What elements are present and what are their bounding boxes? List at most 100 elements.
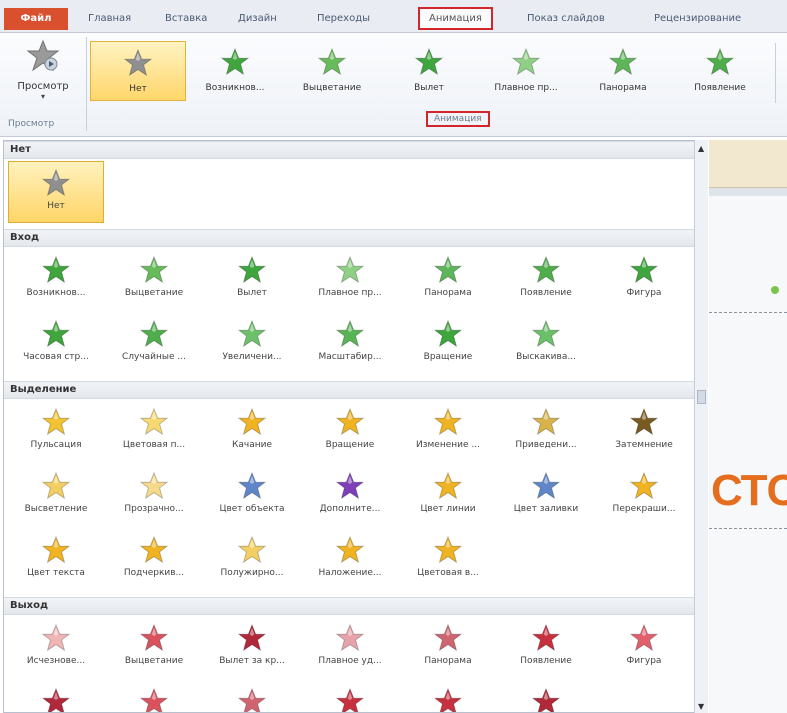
star-grow-icon [237,319,267,348]
gallery-item-star-none[interactable]: Нет [8,161,104,223]
gallery-item-star-float[interactable]: Плавное пр... [302,249,398,311]
placeholder-border [709,312,787,313]
tab-insert[interactable]: Вставка [165,9,207,29]
gallery-item-star-bold-flash[interactable]: Полужирно... [204,529,300,591]
gallery-item-star-random-out[interactable]: Случайные ... [106,681,202,712]
star-fly-icon [414,47,444,76]
gallery-item-star-shape[interactable]: Фигура [596,249,692,311]
star-spin-icon [335,407,365,436]
star-disappear-icon [41,623,71,652]
tab-file[interactable]: Файл [4,8,68,30]
gallery-item-label: Наложение... [318,568,382,578]
gallery-item-star-pulse[interactable]: Пульсация [8,401,104,463]
gallery-item-star-font-color[interactable]: Цвет текста [8,529,104,591]
gallery-item-star-lighten[interactable]: Высветление [8,465,104,527]
gallery-item-star-wipe-out[interactable]: Появление [498,617,594,679]
gallery-item-star-object-color[interactable]: Цвет объекта [204,465,300,527]
gallery-item-star-complementary[interactable]: Дополните... [302,465,398,527]
gallery-item-star-brush-color[interactable]: Перекраши... [596,465,692,527]
preview-button[interactable]: Просмотр ▾ [4,39,82,113]
gallery-item-star-fly[interactable]: Вылет [204,249,300,311]
star-swivel-icon [433,319,463,348]
scroll-thumb[interactable] [697,390,706,404]
preview-dropdown-icon[interactable]: ▾ [4,92,82,101]
gallery-item-label: Пульсация [30,440,82,450]
gallery-scrollbar[interactable]: ▲ ▼ [694,140,708,713]
gallery-item-label: Плавное уд... [318,656,382,666]
star-none-icon [41,168,71,197]
ribbon-animation-label: Возникнов... [205,83,265,93]
gallery-item-star-split-out[interactable]: Панорама [400,617,496,679]
tab-design[interactable]: Дизайн [238,9,277,29]
gallery-item-star-bold-reveal[interactable]: Наложение... [302,529,398,591]
ribbon-animation-star-none[interactable]: Нет [90,41,186,101]
gallery-item-star-fly-out[interactable]: Вылет за кр... [204,617,300,679]
ribbon-animation-star-float[interactable]: Плавное пр... [478,41,574,101]
gallery-item-star-fill-color[interactable]: Цвет заливки [498,465,594,527]
gallery-item-star-desaturate[interactable]: Приведени... [498,401,594,463]
ribbon-animation-star-fly[interactable]: Вылет [381,41,477,101]
star-transparency-icon [139,471,169,500]
gallery-item-star-wave[interactable]: Цветовая в... [400,529,496,591]
slide-canvas[interactable]: СТС [709,196,787,713]
tab-transitions[interactable]: Переходы [317,9,370,29]
ribbon-animation-star-split[interactable]: Панорама [575,41,671,101]
gallery-item-star-wheel-out[interactable]: Часовая стр... [8,681,104,712]
tab-slideshow[interactable]: Показ слайдов [527,9,605,29]
gallery-item-star-appear[interactable]: Возникнов... [8,249,104,311]
ribbon-gallery-scroll[interactable] [775,43,787,103]
slide-title-text[interactable]: СТС [711,466,787,516]
gallery-item-star-spin[interactable]: Вращение [302,401,398,463]
gallery-item-star-swivel[interactable]: Вращение [400,313,496,375]
gallery-item-star-grow[interactable]: Увеличени... [204,313,300,375]
gallery-item-star-line-color[interactable]: Цвет линии [400,465,496,527]
scroll-up-icon[interactable]: ▲ [698,144,704,153]
tab-home[interactable]: Главная [88,9,131,29]
gallery-item-star-zoom[interactable]: Масштабир... [302,313,398,375]
gallery-item-label: Подчеркив... [123,568,185,578]
selection-handle[interactable] [771,286,779,294]
gallery-item-star-teeter[interactable]: Качание [204,401,300,463]
gallery-item-star-grow-shrink[interactable]: Изменение ... [400,401,496,463]
star-split-out-icon [433,623,463,652]
gallery-item-star-swivel-out[interactable]: Вращение [400,681,496,712]
gallery-item-star-darken[interactable]: Затемнение [596,401,692,463]
gallery-item-star-underline[interactable]: Подчеркив... [106,529,202,591]
tab-animation[interactable]: Анимация [418,7,493,30]
gallery-item-star-wheel[interactable]: Часовая стр... [8,313,104,375]
gallery-item-star-shrink-out[interactable]: Уменьшени... [204,681,300,712]
gallery-item-label: Цвет текста [27,568,85,578]
gallery-item-star-fade[interactable]: Выцветание [106,249,202,311]
gallery-item-star-float-out[interactable]: Плавное уд... [302,617,398,679]
star-random-out-icon [139,687,169,712]
gallery-item-star-disappear[interactable]: Исчезнове... [8,617,104,679]
gallery-item-star-color-pulse[interactable]: Цветовая п... [106,401,202,463]
gallery-item-star-shape-out[interactable]: Фигура [596,617,692,679]
gallery-item-label: Приведени... [515,440,577,450]
gallery-item-label: Выскакива... [516,352,576,362]
star-shape-icon [629,255,659,284]
star-wave-icon [433,535,463,564]
gallery-item-star-bounce[interactable]: Выскакива... [498,313,594,375]
star-swivel-out-icon [433,687,463,712]
gallery-item-star-zoom-out[interactable]: Масштабир... [302,681,398,712]
gallery-item-star-transparency[interactable]: Прозрачно... [106,465,202,527]
gallery-item-label: Цвет объекта [219,504,285,514]
gallery-item-label: Фигура [626,288,662,298]
slide-editor-area: СТС [709,140,787,713]
placeholder-border [709,528,787,529]
gallery-item-star-split[interactable]: Панорама [400,249,496,311]
scroll-down-icon[interactable]: ▼ [698,702,704,711]
gallery-item-star-fade-out[interactable]: Выцветание [106,617,202,679]
tab-review[interactable]: Рецензирование [654,9,741,29]
gallery-item-star-wipe[interactable]: Появление [498,249,594,311]
ribbon-animation-star-fade[interactable]: Выцветание [284,41,380,101]
gallery-item-label: Панорама [424,656,472,666]
gallery-item-star-random[interactable]: Случайные ... [106,313,202,375]
gallery-section-header: Нет [4,141,695,159]
gallery-item-star-bounce-out[interactable]: Выскакива... [498,681,594,712]
ribbon-tabs: Файл Главная Вставка Дизайн Переходы Ани… [0,0,787,33]
ribbon-animation-star-wipe[interactable]: Появление [672,41,768,101]
ribbon-animation-star-appear[interactable]: Возникнов... [187,41,283,101]
star-grow-shrink-icon [433,407,463,436]
